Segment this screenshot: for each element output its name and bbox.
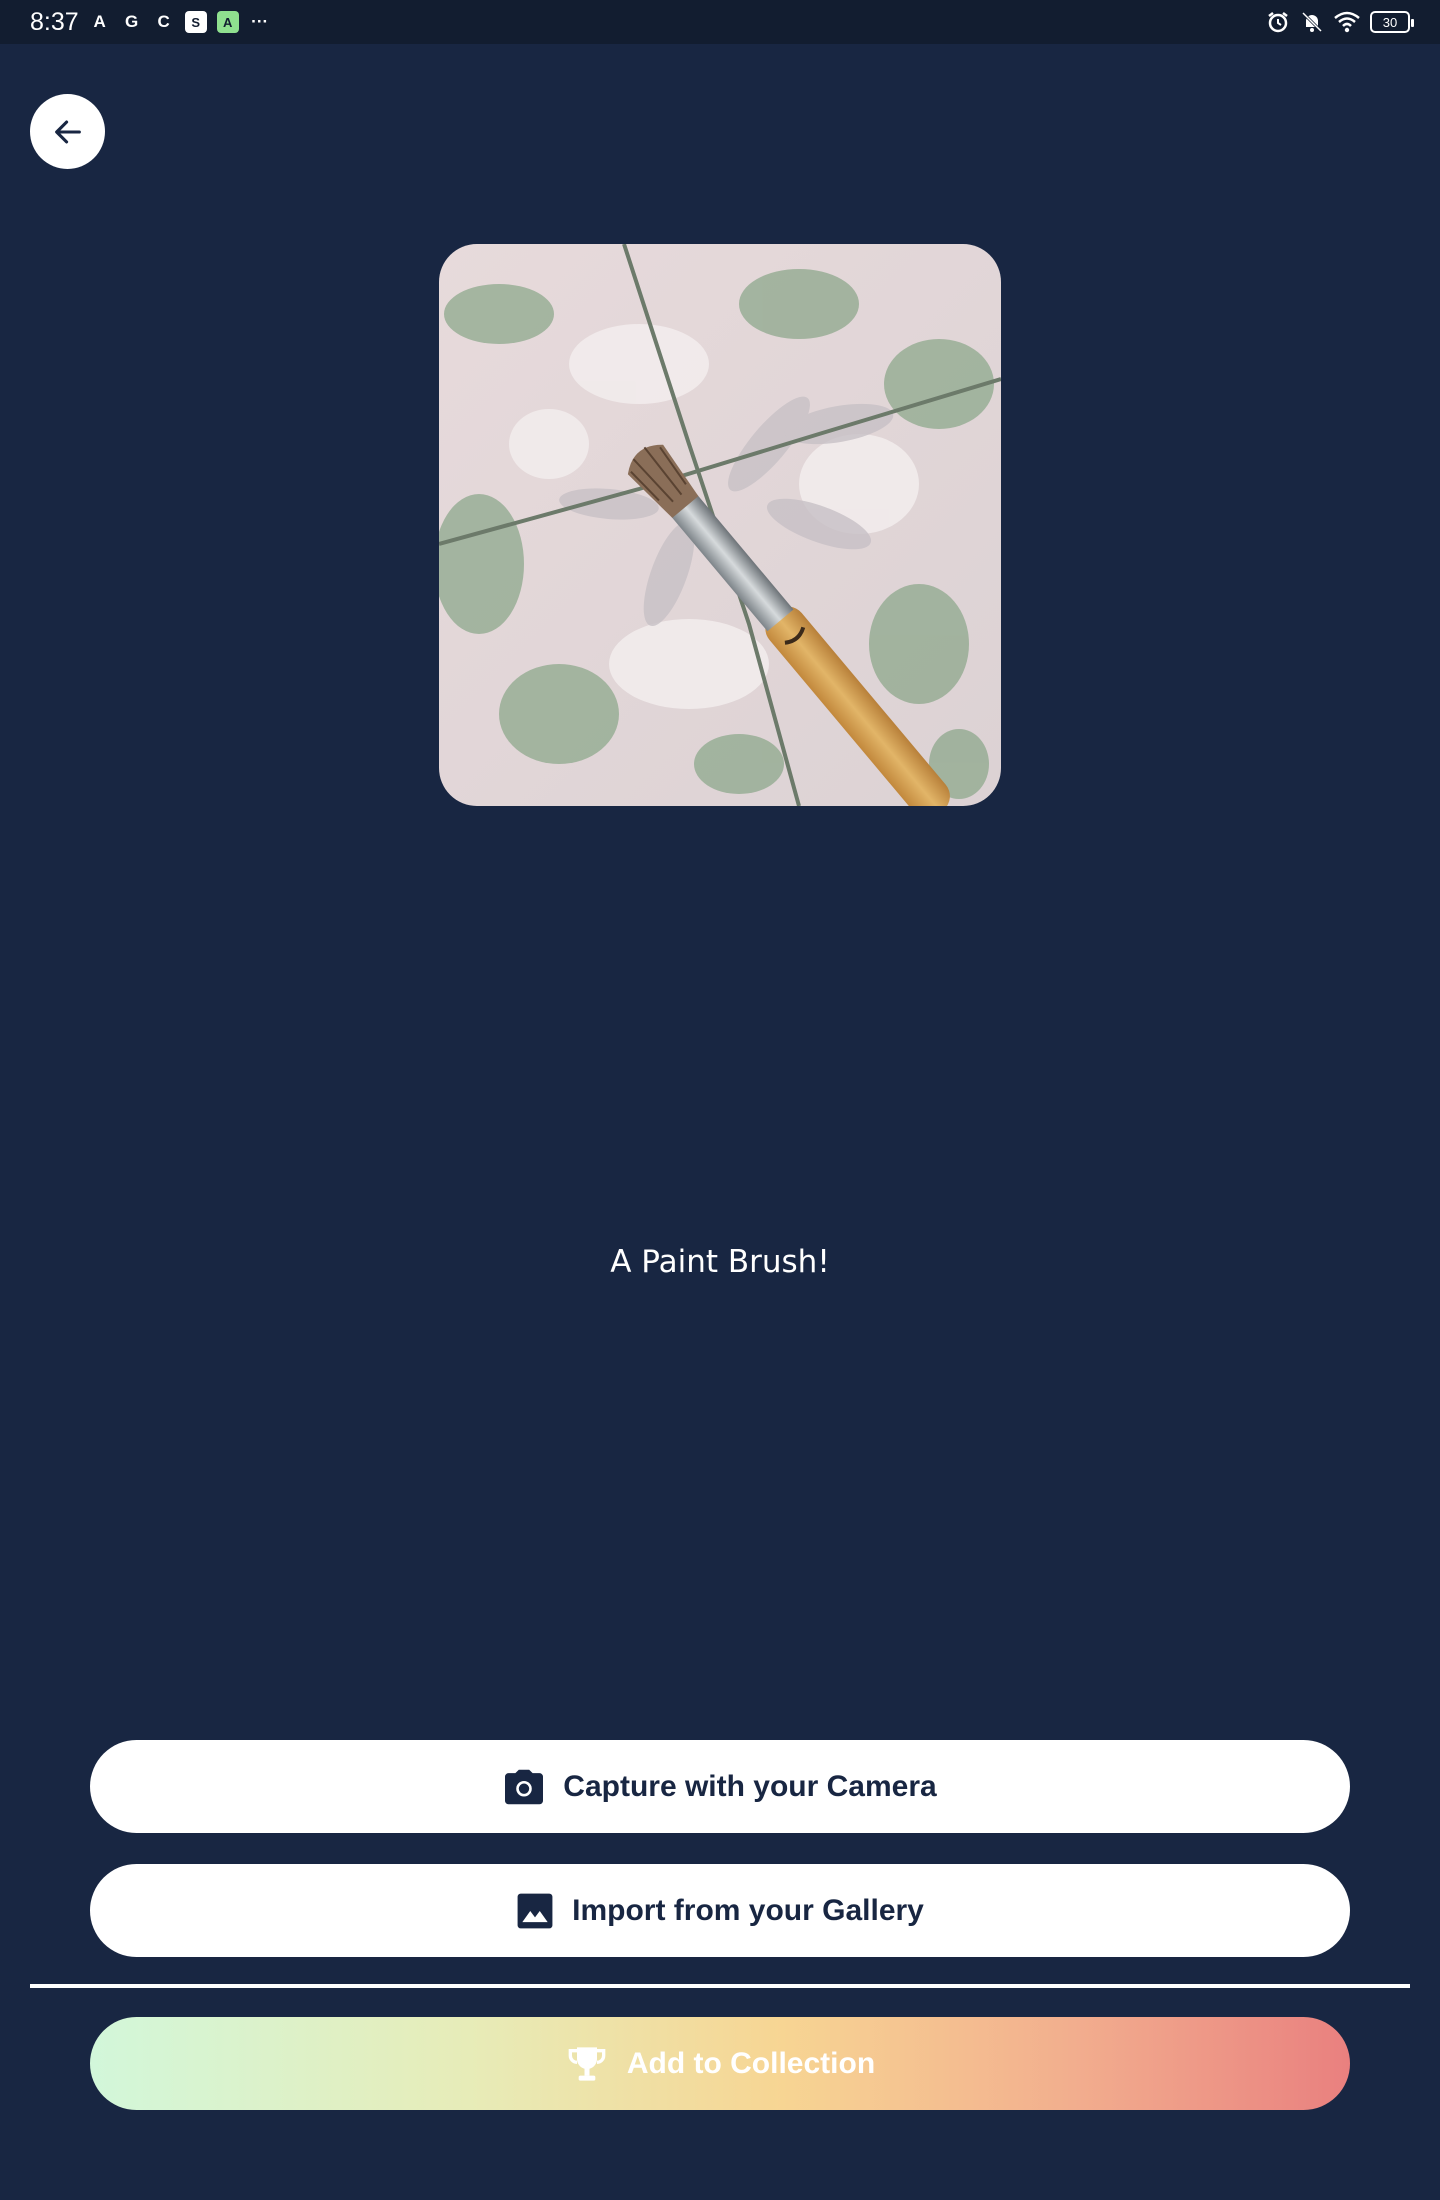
- more-notifications-icon: ···: [251, 12, 269, 31]
- notification-shop-icon: S: [184, 11, 207, 33]
- back-button[interactable]: [30, 94, 105, 169]
- status-right: 30: [1266, 10, 1414, 34]
- paint-brush-photo: [439, 244, 1001, 806]
- captured-photo: [439, 244, 1001, 806]
- import-gallery-button[interactable]: Import from your Gallery: [90, 1864, 1350, 1957]
- battery-indicator: 30: [1370, 11, 1414, 33]
- result-caption: A Paint Brush!: [610, 1244, 830, 1280]
- image-icon: [516, 1892, 554, 1930]
- wifi-icon: [1334, 11, 1360, 33]
- import-gallery-label: Import from your Gallery: [572, 1893, 924, 1927]
- arrow-left-icon: [54, 120, 81, 143]
- bell-off-icon: [1301, 11, 1323, 33]
- trophy-icon: [565, 2044, 609, 2084]
- alarm-icon: [1268, 12, 1288, 33]
- status-bar: 8:37 A G C S A ··· 30: [0, 0, 1440, 44]
- notification-c-icon: C: [157, 12, 170, 31]
- capture-camera-label: Capture with your Camera: [563, 1769, 937, 1803]
- notification-g-icon: G: [125, 12, 139, 31]
- add-to-collection-button[interactable]: Add to Collection: [90, 2017, 1350, 2110]
- divider: [30, 1984, 1410, 1988]
- capture-camera-button[interactable]: Capture with your Camera: [90, 1740, 1350, 1833]
- notification-a-icon: A: [93, 12, 106, 31]
- status-time: 8:37: [30, 7, 79, 36]
- notification-app-icon: A: [216, 11, 239, 33]
- status-left: 8:37 A G C S A ···: [30, 8, 271, 37]
- camera-icon: [503, 1768, 545, 1806]
- add-to-collection-label: Add to Collection: [626, 2046, 876, 2080]
